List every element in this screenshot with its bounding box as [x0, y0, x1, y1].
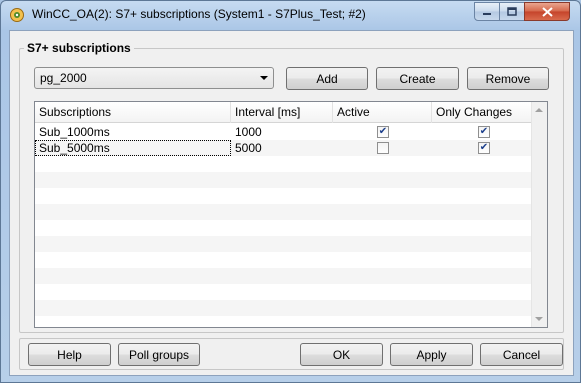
scroll-up-icon[interactable] [535, 108, 543, 112]
cell-only-changes: ✔ [432, 140, 532, 156]
active-checkbox[interactable]: ✔ [377, 126, 389, 138]
empty-row [35, 268, 532, 284]
poll-groups-button[interactable]: Poll groups [118, 343, 200, 366]
cell-subscription-name[interactable]: Sub_5000ms [35, 140, 231, 156]
empty-row [35, 284, 532, 300]
cell-interval[interactable]: 5000 [231, 140, 333, 156]
table-header: Subscriptions Interval [ms] Active Only … [35, 102, 532, 123]
cell-subscription-name[interactable]: Sub_1000ms [35, 124, 231, 140]
wincc-oa-icon [10, 8, 24, 22]
table-row[interactable]: Sub_1000ms 1000 ✔ ✔ [35, 124, 532, 140]
minimize-icon [483, 12, 491, 15]
poll-group-select[interactable]: pg_2000 [34, 67, 274, 89]
cell-active: ✔ [333, 124, 432, 140]
empty-row [35, 204, 532, 220]
group-title: S7+ subscriptions [24, 41, 134, 55]
column-header-interval[interactable]: Interval [ms] [231, 102, 333, 123]
column-header-active[interactable]: Active [333, 102, 432, 123]
empty-row [35, 252, 532, 268]
dialog-client-area: S7+ subscriptions pg_2000 Add Create Rem… [9, 30, 574, 376]
close-icon [541, 6, 553, 17]
column-header-subscriptions[interactable]: Subscriptions [35, 102, 231, 123]
table-row[interactable]: Sub_5000ms 5000 ✔ [35, 140, 532, 156]
create-button[interactable]: Create [376, 67, 459, 90]
empty-row [35, 300, 532, 316]
empty-row [35, 220, 532, 236]
column-header-only-changes[interactable]: Only Changes [432, 102, 532, 123]
add-button[interactable]: Add [286, 67, 368, 90]
title-bar[interactable]: WinCC_OA(2): S7+ subscriptions (System1 … [1, 1, 580, 28]
empty-row [35, 172, 532, 188]
close-button[interactable] [524, 2, 570, 21]
remove-button[interactable]: Remove [467, 67, 549, 90]
maximize-button[interactable] [499, 2, 525, 21]
cancel-button[interactable]: Cancel [480, 343, 563, 366]
empty-row [35, 188, 532, 204]
scroll-down-icon[interactable] [535, 317, 543, 321]
chevron-down-icon[interactable] [260, 76, 268, 80]
only-changes-checkbox[interactable]: ✔ [478, 126, 490, 138]
maximize-icon [507, 7, 517, 16]
minimize-button[interactable] [474, 2, 500, 21]
table-body: Sub_1000ms 1000 ✔ ✔ Sub_5000ms 5000 ✔ [35, 124, 532, 332]
poll-group-select-value: pg_2000 [40, 71, 87, 85]
help-button[interactable]: Help [28, 343, 111, 366]
empty-row [35, 316, 532, 332]
apply-button[interactable]: Apply [390, 343, 473, 366]
cell-interval[interactable]: 1000 [231, 124, 333, 140]
subscriptions-table[interactable]: Subscriptions Interval [ms] Active Only … [34, 101, 548, 328]
ok-button[interactable]: OK [300, 343, 383, 366]
window-title: WinCC_OA(2): S7+ subscriptions (System1 … [32, 7, 366, 21]
dialog-window: WinCC_OA(2): S7+ subscriptions (System1 … [0, 0, 581, 383]
cell-active [333, 140, 432, 156]
empty-row [35, 236, 532, 252]
vertical-scrollbar[interactable] [531, 102, 547, 327]
cell-only-changes: ✔ [432, 124, 532, 140]
empty-row [35, 156, 532, 172]
active-checkbox[interactable] [377, 142, 389, 154]
only-changes-checkbox[interactable]: ✔ [478, 142, 490, 154]
